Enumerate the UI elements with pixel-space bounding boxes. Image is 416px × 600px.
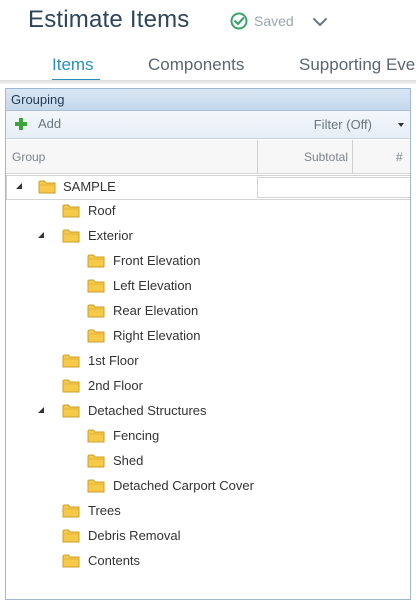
column-divider[interactable] (352, 140, 353, 174)
tree-row[interactable]: 1st Floor (6, 350, 410, 375)
page-header: Estimate Items Saved Items Components Su… (0, 0, 416, 84)
collapse-arrow-icon[interactable] (38, 407, 44, 413)
column-headers: Group Subtotal # (6, 140, 410, 174)
header-divider (0, 80, 416, 84)
folder-icon (87, 304, 105, 318)
tree-row[interactable]: Rear Elevation (6, 300, 410, 325)
tree-node-label: Rear Elevation (113, 303, 199, 318)
tree-node-label: SAMPLE (63, 179, 116, 194)
check-circle-icon (230, 12, 248, 30)
tree-node-label: Contents (88, 553, 141, 568)
tree-row[interactable]: Fencing (6, 425, 410, 450)
tree-node-label: Exterior (88, 228, 133, 243)
tree-row-root[interactable]: SAMPLE (6, 175, 410, 200)
plus-icon (14, 117, 28, 131)
tree-row[interactable]: Front Elevation (6, 250, 410, 275)
folder-icon (62, 404, 80, 418)
add-button-label: Add (38, 116, 62, 131)
save-status-label: Saved (254, 13, 294, 29)
grouping-toolbar: Add Filter (Off) (6, 111, 410, 139)
filter-dropdown-label: Filter (Off) (313, 117, 372, 132)
folder-icon (87, 279, 105, 293)
tree-row[interactable]: 2nd Floor (6, 375, 410, 400)
folder-icon (62, 204, 80, 218)
tree-node-label: Trees (88, 503, 121, 518)
tree-node-label: Detached Structures (88, 403, 207, 418)
folder-icon (62, 379, 80, 393)
folder-icon (62, 529, 80, 543)
tree-row[interactable]: Detached Carport Cover (6, 475, 410, 500)
folder-icon (87, 254, 105, 268)
grouping-panel-header: Grouping (6, 89, 410, 111)
add-button[interactable]: Add (14, 116, 61, 131)
folder-icon (62, 554, 80, 568)
collapse-arrow-icon[interactable] (16, 183, 22, 189)
tab-components[interactable]: Components (148, 55, 244, 75)
tree-node-label: 1st Floor (88, 353, 139, 368)
tab-items[interactable]: Items (52, 55, 94, 75)
tree-node-label: Detached Carport Cover (113, 478, 254, 493)
dropdown-caret-icon (398, 122, 404, 127)
tree-row[interactable]: Detached Structures (6, 400, 410, 425)
page-title: Estimate Items (28, 6, 190, 33)
tree-row[interactable]: Left Elevation (6, 275, 410, 300)
column-header-count[interactable]: # (396, 140, 410, 174)
column-header-group[interactable]: Group (12, 140, 45, 174)
folder-icon (62, 504, 80, 518)
tree-node-label: Debris Removal (88, 528, 181, 543)
tree-row[interactable]: Trees (6, 500, 410, 525)
tree-node-label: Right Elevation (113, 328, 201, 343)
tree-row[interactable]: Shed (6, 450, 410, 475)
root-subtotal-cell (257, 177, 410, 198)
folder-icon (62, 229, 80, 243)
tree-node-label: Roof (88, 203, 116, 218)
tree-row[interactable]: Exterior (6, 225, 410, 250)
folder-icon (87, 454, 105, 468)
tab-supporting-events[interactable]: Supporting Eve (299, 55, 415, 75)
column-header-subtotal[interactable]: Subtotal (258, 140, 348, 174)
chevron-down-icon[interactable] (312, 14, 328, 30)
folder-icon (87, 329, 105, 343)
tree-row[interactable]: Roof (6, 200, 410, 225)
tree-row[interactable]: Debris Removal (6, 525, 410, 550)
save-status: Saved (230, 12, 294, 30)
tab-bar: Items Components Supporting Eve (0, 52, 416, 82)
folder-icon (87, 479, 105, 493)
tree-node-label: Left Elevation (113, 278, 192, 293)
folder-icon (87, 429, 105, 443)
tree-node-label: 2nd Floor (88, 378, 143, 393)
tree-node-label: Front Elevation (113, 253, 201, 268)
grouping-panel-title: Grouping (11, 92, 65, 107)
folder-icon (38, 180, 56, 194)
tree-node-label: Fencing (113, 428, 160, 443)
tree-row[interactable]: Contents (6, 550, 410, 575)
folder-icon (62, 354, 80, 368)
tree-node-label: Shed (113, 453, 144, 468)
grouping-panel: Grouping Add Filter (Off) Group Subtotal… (5, 88, 411, 600)
filter-dropdown[interactable]: Filter (Off) (314, 117, 404, 132)
tree-row[interactable]: Right Elevation (6, 325, 410, 350)
collapse-arrow-icon[interactable] (38, 232, 44, 238)
